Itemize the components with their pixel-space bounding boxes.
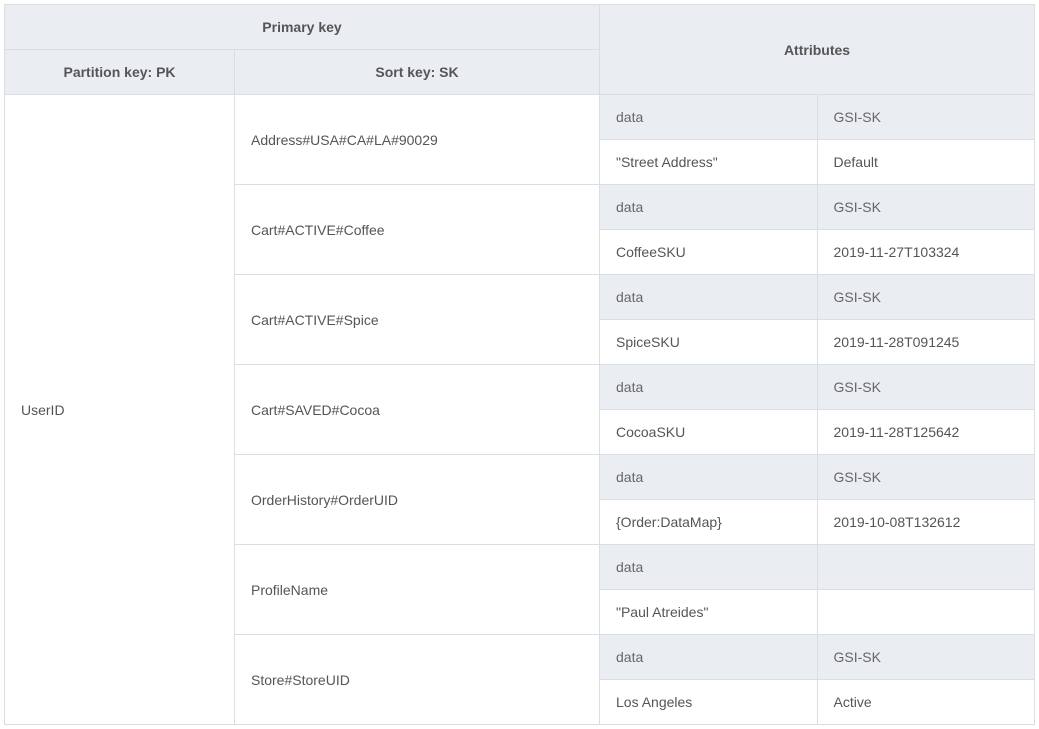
attr-value-cell: SpiceSKU	[600, 320, 818, 365]
attr-value-cell: CoffeeSKU	[600, 230, 818, 275]
sort-key-cell: ProfileName	[235, 545, 600, 635]
attr-header-cell: data	[600, 365, 818, 410]
attr-header-cell: GSI-SK	[817, 635, 1035, 680]
attr-header-cell: data	[600, 545, 818, 590]
sort-key-cell: Cart#ACTIVE#Spice	[235, 275, 600, 365]
attr-value-cell: Los Angeles	[600, 680, 818, 725]
attr-header-cell: GSI-SK	[817, 185, 1035, 230]
attr-header-cell: data	[600, 185, 818, 230]
header-attributes: Attributes	[600, 5, 1035, 95]
partition-key-cell: UserID	[5, 95, 235, 725]
attr-header-cell: data	[600, 275, 818, 320]
attr-value-cell: 2019-10-08T132612	[817, 500, 1035, 545]
table-row: UserID Address#USA#CA#LA#90029 data GSI-…	[5, 95, 1035, 140]
attr-header-cell: GSI-SK	[817, 365, 1035, 410]
sort-key-cell: OrderHistory#OrderUID	[235, 455, 600, 545]
attr-value-cell	[817, 590, 1035, 635]
attr-header-cell: GSI-SK	[817, 95, 1035, 140]
header-partition-key: Partition key: PK	[5, 50, 235, 95]
attr-value-cell: 2019-11-28T125642	[817, 410, 1035, 455]
attr-header-cell: data	[600, 635, 818, 680]
attr-value-cell: Default	[817, 140, 1035, 185]
attr-header-cell	[817, 545, 1035, 590]
header-primary-key: Primary key	[5, 5, 600, 50]
attr-value-cell: "Street Address"	[600, 140, 818, 185]
attr-value-cell: {Order:DataMap}	[600, 500, 818, 545]
dynamodb-table: Primary key Attributes Partition key: PK…	[4, 4, 1035, 725]
attr-value-cell: Active	[817, 680, 1035, 725]
attr-value-cell: CocoaSKU	[600, 410, 818, 455]
sort-key-cell: Address#USA#CA#LA#90029	[235, 95, 600, 185]
sort-key-cell: Store#StoreUID	[235, 635, 600, 725]
attr-header-cell: GSI-SK	[817, 275, 1035, 320]
attr-header-cell: GSI-SK	[817, 455, 1035, 500]
attr-value-cell: 2019-11-27T103324	[817, 230, 1035, 275]
attr-header-cell: data	[600, 95, 818, 140]
attr-value-cell: "Paul Atreides"	[600, 590, 818, 635]
sort-key-cell: Cart#ACTIVE#Coffee	[235, 185, 600, 275]
attr-value-cell: 2019-11-28T091245	[817, 320, 1035, 365]
header-sort-key: Sort key: SK	[235, 50, 600, 95]
attr-header-cell: data	[600, 455, 818, 500]
sort-key-cell: Cart#SAVED#Cocoa	[235, 365, 600, 455]
